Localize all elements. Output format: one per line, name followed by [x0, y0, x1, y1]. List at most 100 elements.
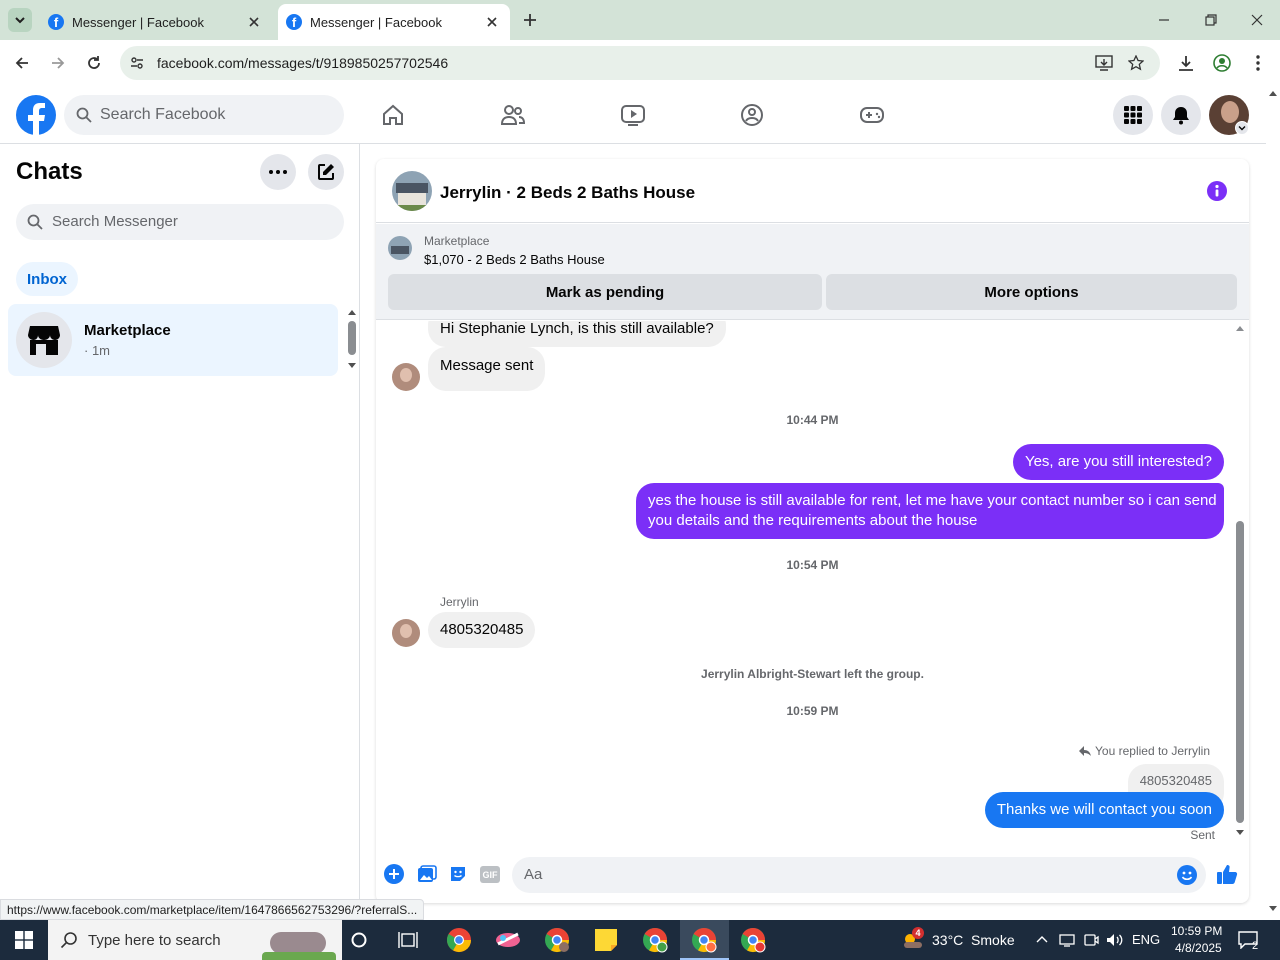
- restore-icon[interactable]: [1205, 14, 1217, 26]
- profile-icon[interactable]: [1213, 54, 1231, 72]
- scroll-thumb[interactable]: [348, 321, 356, 355]
- sticker-icon[interactable]: [449, 865, 467, 883]
- search-placeholder: Search Facebook: [100, 106, 226, 123]
- facebook-logo-icon[interactable]: [16, 95, 56, 135]
- taskbar-search-box[interactable]: Type here to search: [48, 920, 342, 960]
- notifications-button[interactable]: [1161, 95, 1201, 135]
- meet-now-icon[interactable]: [1083, 932, 1099, 948]
- avatar-face: [1221, 101, 1239, 123]
- back-icon[interactable]: [14, 55, 30, 71]
- messenger-search-input[interactable]: Search Messenger: [16, 204, 344, 240]
- install-app-icon[interactable]: [1095, 55, 1113, 71]
- new-tab-icon[interactable]: [522, 12, 538, 28]
- thumbs-up-like-icon[interactable]: [1216, 863, 1238, 885]
- attach-image-icon[interactable]: [417, 865, 437, 883]
- listing-thumbnail[interactable]: [392, 171, 432, 211]
- scroll-up-icon[interactable]: [1269, 90, 1277, 96]
- page-scrollbar[interactable]: [1266, 86, 1280, 920]
- timestamp: 10:44 PM: [786, 413, 839, 427]
- message-thread: Hi Stephanie Lynch, is this still availa…: [376, 321, 1249, 845]
- windows-taskbar: Type here to search 4 33°C Smoke ENG 10:…: [0, 920, 1280, 960]
- active-app-highlight[interactable]: [680, 920, 729, 960]
- scroll-up-icon[interactable]: [348, 309, 356, 315]
- menu-kebab-icon[interactable]: [1255, 54, 1261, 72]
- grass: [262, 952, 336, 960]
- minimize-icon[interactable]: [1158, 14, 1170, 26]
- conversation-item-marketplace[interactable]: Marketplace · 1m: [8, 304, 338, 376]
- site-settings-icon[interactable]: [130, 56, 144, 70]
- language-indicator[interactable]: ENG: [1132, 932, 1160, 947]
- chrome-profile-icon[interactable]: [739, 926, 767, 954]
- more-actions-plus-icon[interactable]: [384, 864, 404, 884]
- chrome-profile-icon[interactable]: [543, 926, 571, 954]
- message-bubble-outgoing[interactable]: Yes, are you still interested?: [1012, 444, 1224, 480]
- gaming-icon[interactable]: [859, 105, 885, 125]
- gif-icon[interactable]: GIF: [480, 866, 500, 883]
- message-bubble-outgoing-multiline[interactable]: yes the house is still available for ren…: [636, 483, 1224, 539]
- chrome-icon[interactable]: [445, 926, 473, 954]
- sender-avatar: [392, 619, 420, 647]
- bookmark-star-icon[interactable]: [1128, 55, 1144, 71]
- close-tab-icon[interactable]: [486, 16, 498, 28]
- snip-tool-icon[interactable]: [494, 926, 522, 954]
- home-icon[interactable]: [381, 103, 405, 127]
- message-bubble-incoming[interactable]: Message sent: [428, 347, 546, 391]
- message-bubble-outgoing[interactable]: Thanks we will contact you soon: [984, 792, 1224, 828]
- scroll-down-icon[interactable]: [348, 363, 356, 369]
- reply-indicator: You replied to Jerrylin: [1079, 744, 1210, 758]
- windows-start-icon[interactable]: [15, 931, 33, 949]
- groups-icon[interactable]: [740, 103, 764, 127]
- tab-list-button[interactable]: [8, 8, 32, 32]
- search-highlight-image: [262, 926, 336, 960]
- message-bubble-incoming[interactable]: 4805320485: [428, 612, 536, 648]
- browser-tab-1[interactable]: f Messenger | Facebook: [40, 4, 272, 40]
- facebook-favicon-icon: f: [48, 14, 64, 30]
- avatar-face: [400, 624, 412, 638]
- more-options-button[interactable]: More options: [826, 274, 1237, 310]
- thread-scrollbar[interactable]: [1236, 325, 1244, 835]
- account-chevron[interactable]: [1235, 121, 1249, 135]
- conversation-title[interactable]: Jerrylin · 2 Beds 2 Baths House: [440, 183, 695, 203]
- inbox-filter-tab[interactable]: Inbox: [16, 262, 78, 296]
- chat-options-button[interactable]: [260, 154, 296, 190]
- close-window-icon[interactable]: [1251, 14, 1263, 26]
- volume-icon[interactable]: [1106, 932, 1124, 948]
- menu-grid-button[interactable]: [1113, 95, 1153, 135]
- scroll-down-icon[interactable]: [1236, 830, 1244, 836]
- message-input[interactable]: Aa: [512, 857, 1206, 893]
- network-icon[interactable]: [1059, 932, 1075, 948]
- watch-video-icon[interactable]: [620, 103, 646, 127]
- scroll-down-icon[interactable]: [1269, 906, 1277, 912]
- clock-date[interactable]: 4/8/2025: [1175, 941, 1222, 955]
- chevron-down-icon: [15, 17, 25, 24]
- message-bubble-incoming[interactable]: Hi Stephanie Lynch, is this still availa…: [428, 321, 726, 347]
- task-view-icon[interactable]: [398, 931, 418, 949]
- avatar-face: [400, 368, 412, 382]
- show-hidden-icons-chevron-icon[interactable]: [1036, 935, 1048, 943]
- scroll-thumb[interactable]: [1236, 521, 1244, 823]
- messenger-search-placeholder: Search Messenger: [52, 213, 178, 230]
- group-event-text: Jerrylin Albright-Stewart left the group…: [701, 667, 924, 681]
- scroll-up-icon[interactable]: [1236, 325, 1244, 331]
- close-tab-icon[interactable]: [248, 16, 260, 28]
- downloads-icon[interactable]: [1177, 54, 1195, 72]
- address-bar[interactable]: facebook.com/messages/t/9189850257702546: [120, 46, 1160, 80]
- listing-title[interactable]: $1,070 - 2 Beds 2 Baths House: [424, 252, 605, 267]
- cortana-icon[interactable]: [351, 932, 367, 948]
- chrome-profile-icon[interactable]: [641, 926, 669, 954]
- conversation-info-icon[interactable]: [1207, 181, 1227, 201]
- mark-as-pending-button[interactable]: Mark as pending: [388, 274, 822, 310]
- new-message-button[interactable]: [308, 154, 344, 190]
- chats-title: Chats: [16, 158, 83, 185]
- facebook-search-input[interactable]: Search Facebook: [64, 95, 344, 135]
- forward-icon[interactable]: [50, 55, 66, 71]
- weather-text[interactable]: 33°C Smoke: [932, 932, 1015, 948]
- sticky-notes-icon[interactable]: [592, 926, 620, 954]
- search-icon: [27, 214, 43, 230]
- emoji-icon[interactable]: [1177, 865, 1197, 885]
- browser-tab-2-active[interactable]: f Messenger | Facebook: [278, 4, 510, 40]
- clock-time[interactable]: 10:59 PM: [1171, 924, 1222, 938]
- conversation-list-scrollbar[interactable]: [346, 304, 358, 374]
- friends-icon[interactable]: [500, 103, 526, 127]
- reload-icon[interactable]: [86, 55, 102, 71]
